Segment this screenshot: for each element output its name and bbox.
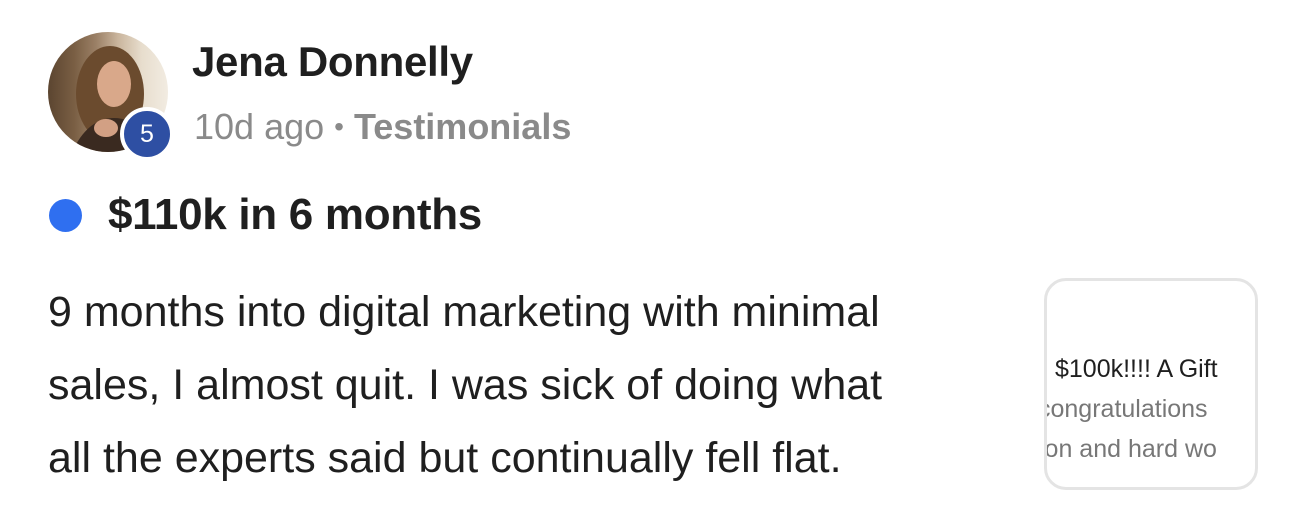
attachment-thumbnail[interactable]: $100k!!!! A Gift congratulations ion and… (1044, 278, 1258, 490)
post-body[interactable]: 9 months into digital marketing with min… (48, 276, 1018, 495)
meta-separator: • (334, 111, 344, 142)
post-body-line: all the experts said but continually fel… (48, 434, 842, 482)
level-number: 5 (140, 119, 154, 148)
attachment-preview-line: congratulations (1044, 395, 1208, 423)
attachment-preview-line: ion and hard wo (1044, 435, 1217, 463)
post-body-line: sales, I almost quit. I was sick of doin… (48, 361, 883, 409)
author-avatar-container[interactable]: 5 (48, 32, 174, 161)
level-badge: 5 (120, 107, 174, 161)
category-link[interactable]: Testimonials (354, 106, 571, 148)
post-meta: 10d ago • Testimonials (194, 106, 571, 148)
unread-indicator-dot (49, 199, 82, 232)
post-timestamp: 10d ago (194, 106, 325, 147)
post-body-line: 9 months into digital marketing with min… (48, 288, 880, 336)
author-name[interactable]: Jena Donnelly (192, 38, 473, 86)
post-title[interactable]: $110k in 6 months (108, 190, 482, 240)
attachment-preview-line: $100k!!!! A Gift (1055, 355, 1218, 383)
